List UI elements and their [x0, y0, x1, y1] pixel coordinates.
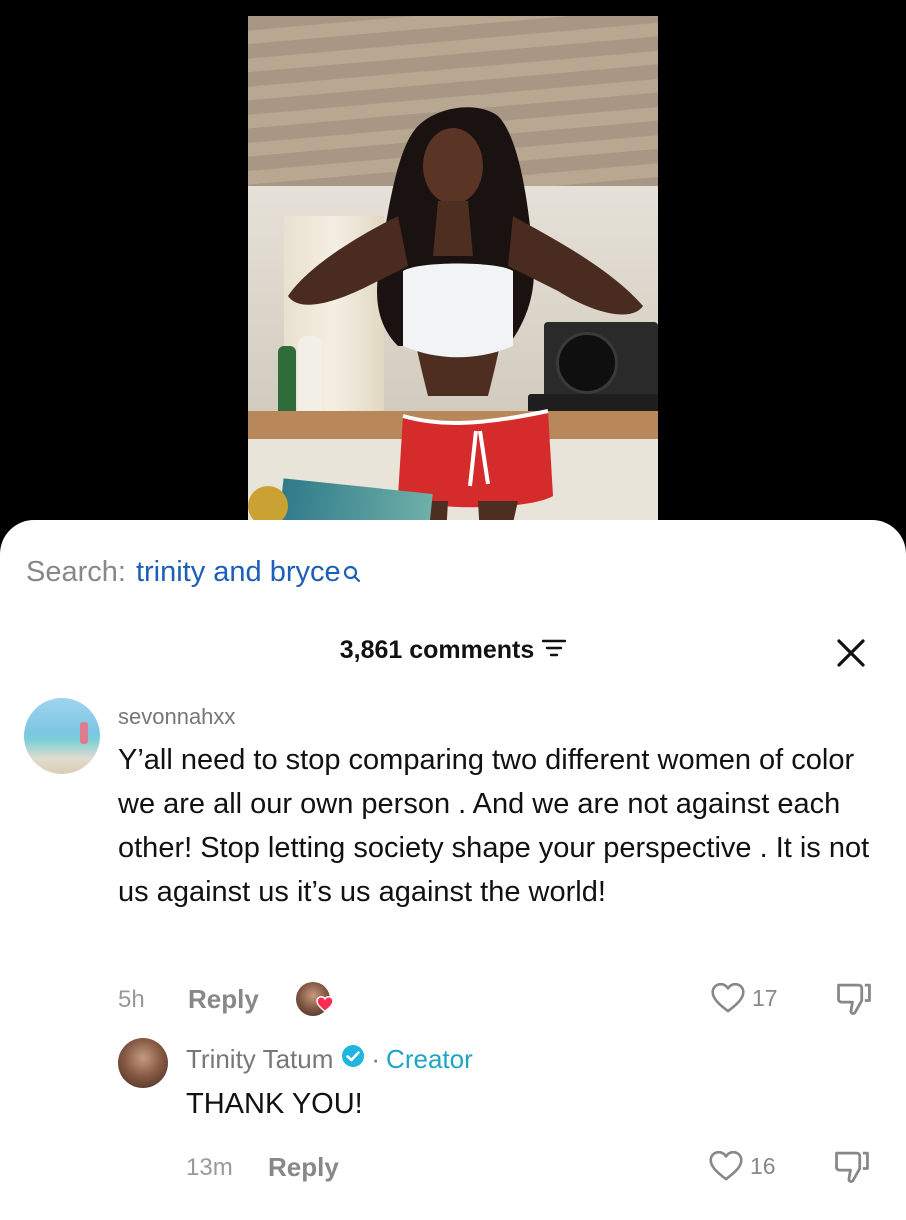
thumbs-down-icon[interactable] — [832, 1150, 872, 1189]
heart-outline-icon — [711, 982, 745, 1013]
comments-header: 3,861 comments — [0, 636, 906, 665]
search-prefix: Search: — [26, 556, 126, 588]
reply-author[interactable]: Trinity Tatum · Creator — [186, 1044, 473, 1075]
comment-time: 5h — [118, 986, 145, 1013]
search-icon — [343, 558, 361, 591]
verified-check-icon — [341, 1044, 365, 1075]
like-count: 16 — [750, 1152, 776, 1179]
search-term[interactable]: trinity and bryce — [136, 556, 341, 589]
video-person — [288, 107, 643, 536]
reply-button[interactable]: Reply — [268, 1152, 339, 1183]
close-icon[interactable] — [836, 638, 866, 668]
comments-sheet: Search: trinity and bryce 3,861 comments… — [0, 520, 906, 1220]
comments-count: 3,861 comments — [339, 636, 535, 664]
like-button[interactable]: 17 — [710, 982, 778, 1014]
avatar[interactable] — [24, 698, 100, 774]
like-count: 17 — [752, 984, 778, 1011]
video-player[interactable] — [248, 16, 658, 536]
comment-username[interactable]: sevonnahxx — [118, 704, 235, 730]
separator: · — [371, 1044, 381, 1074]
reply-text: THANK YOU! — [186, 1088, 363, 1120]
search-suggestion[interactable]: Search: trinity and bryce — [26, 556, 361, 591]
avatar[interactable] — [118, 1038, 168, 1088]
creator-badge: Creator — [386, 1044, 473, 1074]
like-button[interactable]: 16 — [708, 1150, 776, 1182]
comment-text: Y’all need to stop comparing two differe… — [118, 744, 870, 908]
sort-icon[interactable] — [542, 636, 567, 665]
heart-badge-icon — [316, 995, 334, 1017]
heart-outline-icon — [709, 1150, 743, 1181]
thumbs-down-icon[interactable] — [834, 982, 874, 1021]
reply-button[interactable]: Reply — [188, 984, 259, 1015]
reply-time: 13m — [186, 1154, 233, 1181]
reply-username: Trinity Tatum — [186, 1044, 334, 1074]
